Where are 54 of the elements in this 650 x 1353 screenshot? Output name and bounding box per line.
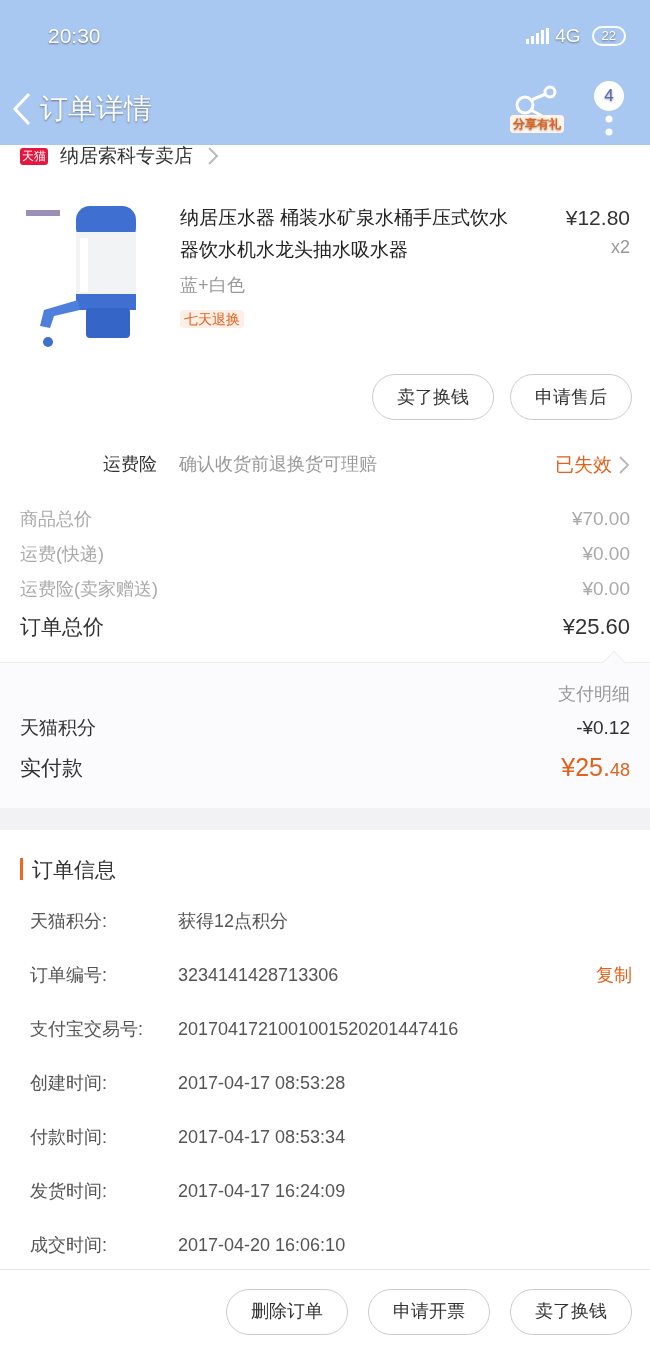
info-value: 2017-04-17 16:24:09 [178,1179,347,1203]
more-icon [605,114,613,137]
info-value: 2017041721001001520201447416 [178,1017,460,1041]
product-title[interactable]: 纳居压水器 桶装水矿泉水桶手压式饮水器饮水机水龙头抽水吸水器 [180,202,525,266]
price-value: ¥70.00 [571,506,630,531]
info-label: 成交时间: [30,1233,108,1257]
info-label: 创建时间: [30,1071,108,1095]
message-count-badge: 4 [594,80,624,111]
return-policy-tag: 七天退换 [180,310,244,328]
back-icon [12,91,32,126]
page-title: 订单详情 [40,91,152,126]
insurance-label: 运费险 [103,453,157,477]
info-value: 2017-04-17 08:53:28 [178,1071,347,1095]
price-label: 运费险(卖家赠送) [20,577,158,601]
chevron-right-icon [618,454,630,475]
paid-value: ¥25.48 [561,751,630,783]
total-label: 订单总价 [20,613,104,640]
battery-level: 22 [591,26,626,46]
info-value: 3234141428713306 [178,963,340,987]
info-label: 订单编号: [30,963,108,987]
total-value: ¥25.60 [562,613,630,641]
action-button[interactable]: 申请开票 [368,1288,490,1335]
info-label: 支付宝交易号: [30,1017,144,1041]
insurance-status: 已失效 [555,452,612,477]
copy-link[interactable]: 复制 [596,961,632,989]
product-quantity: x2 [611,236,630,259]
points-value: -¥0.12 [576,716,630,741]
action-button[interactable]: 申请售后 [510,374,632,420]
info-label: 付款时间: [30,1125,108,1149]
insurance-row[interactable]: 运费险 确认收货前退换货可理赔 已失效 [0,448,650,482]
price-value: ¥0.00 [582,576,630,601]
info-value: 获得12点积分 [178,909,290,933]
signal-icon [526,28,551,44]
price-label: 商品总价 [20,507,92,531]
product-price: ¥12.80 [565,205,630,231]
section-title: 订单信息 [32,856,116,883]
info-value: 2017-04-17 08:53:34 [178,1125,347,1149]
chevron-right-icon [207,146,219,166]
action-button[interactable]: 卖了换钱 [510,1288,632,1335]
product-variant: 蓝+白色 [180,274,246,297]
info-value: 2017-04-20 16:06:10 [178,1233,347,1257]
price-label: 运费(快递) [20,542,104,566]
platform-badge: 天猫 [20,147,48,165]
price-value: ¥0.00 [582,541,630,566]
points-label: 天猫积分 [20,716,96,741]
action-button[interactable]: 卖了换钱 [372,374,494,420]
status-time: 20:30 [48,23,101,50]
info-label: 天猫积分: [30,909,108,933]
shop-name[interactable]: 纳居索科专卖店 [60,141,193,171]
paid-label: 实付款 [20,754,83,781]
action-button[interactable]: 删除订单 [226,1288,348,1335]
insurance-description: 确认收货前退换货可理赔 [179,453,378,477]
info-label: 发货时间: [30,1179,108,1203]
network-label: 4G [555,23,581,48]
